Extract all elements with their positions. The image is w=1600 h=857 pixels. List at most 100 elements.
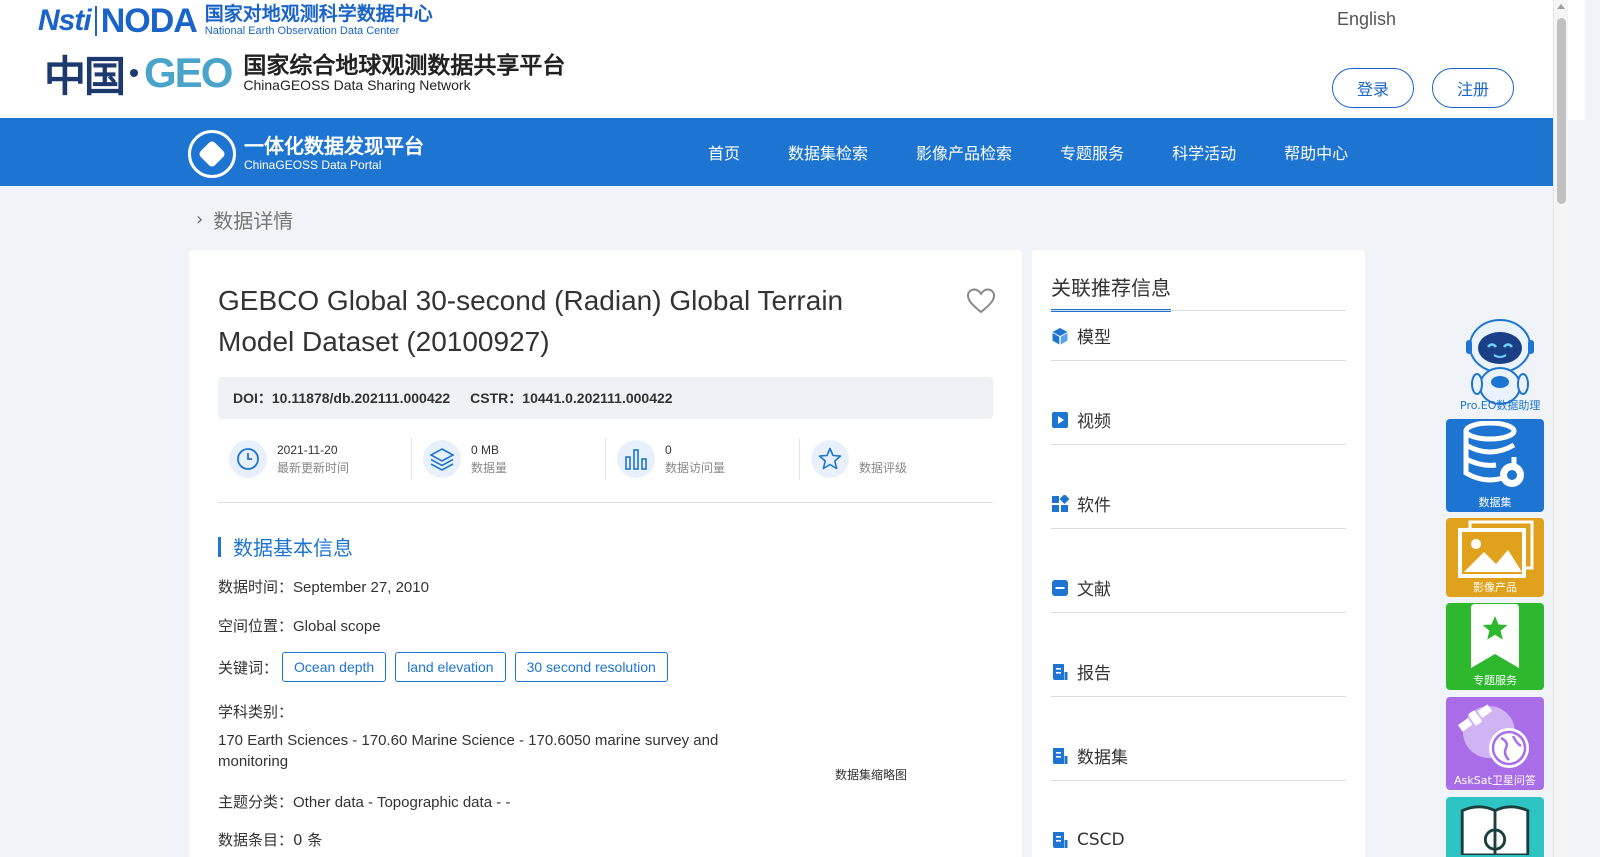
register-button[interactable]: 注册	[1432, 68, 1514, 108]
nav-item-dataset-search[interactable]: 数据集检索	[788, 140, 868, 164]
dock-tile-asksat-label: AskSat卫星问答	[1454, 774, 1536, 787]
noda-name-en: National Earth Observation Data Center	[204, 25, 400, 37]
layers-icon	[423, 440, 461, 478]
portal-gear-icon	[188, 130, 236, 178]
stat-visits-value: 0	[665, 443, 672, 457]
stat-rating: 数据评级	[800, 438, 993, 480]
related-item-video[interactable]: 视频	[1051, 395, 1346, 445]
book-icon	[1460, 805, 1530, 855]
dock-tile-thematic-service[interactable]: 专题服务	[1446, 603, 1544, 690]
report-icon	[1051, 747, 1069, 765]
stats-divider	[218, 502, 993, 503]
logo-separator	[94, 6, 97, 36]
related-item-dataset[interactable]: 数据集	[1051, 731, 1346, 781]
breadcrumb-current: 数据详情	[213, 209, 294, 233]
related-item-label: 模型	[1077, 328, 1111, 348]
main-navbar: 一体化数据发现平台 ChinaGEOSS Data Portal 首页 数据集检…	[0, 118, 1555, 186]
bar-chart-icon	[617, 440, 655, 478]
info-theme-label: 主题分类：	[218, 793, 294, 811]
related-item-cscd[interactable]: CSCD	[1051, 815, 1346, 857]
page-scrollbar[interactable]	[1553, 0, 1568, 857]
dock-tile-image-product-label: 影像产品	[1473, 581, 1517, 594]
image-gallery-icon	[1446, 518, 1544, 579]
thumbnail-caption: 数据集缩略图	[835, 768, 908, 782]
dock-tile-thematic-service-label: 专题服务	[1473, 674, 1517, 687]
video-play-icon	[1051, 411, 1069, 429]
info-count-value: 0 条	[293, 831, 323, 849]
geo-logo-text: GEO	[144, 49, 233, 96]
language-switch-link[interactable]: English	[1337, 9, 1396, 30]
nav-menu: 首页 数据集检索 影像产品检索 专题服务 科学活动 帮助中心	[708, 118, 1396, 186]
related-item-report[interactable]: 报告	[1051, 647, 1346, 697]
stat-rating-value	[859, 441, 907, 459]
favorite-heart-icon[interactable]	[967, 288, 995, 314]
dataset-detail-card: GEBCO Global 30-second (Radian) Global T…	[189, 250, 1022, 857]
info-data-time-label: 数据时间：	[218, 578, 294, 596]
stat-update-time-label: 最新更新时间	[277, 461, 350, 475]
dock-tile-next[interactable]	[1446, 797, 1544, 857]
nav-item-science-activities[interactable]: 科学活动	[1172, 140, 1236, 164]
bookmark-star-icon	[1446, 603, 1544, 672]
section-title-basic-info: 数据基本信息	[218, 532, 353, 561]
related-item-label: 报告	[1077, 664, 1111, 684]
info-subject-label: 学科类别：	[218, 703, 294, 721]
apps-grid-icon	[1051, 494, 1069, 513]
nav-item-home[interactable]: 首页	[708, 140, 740, 164]
dataset-stats: 2021-11-20 最新更新时间 0 MB 数据量 0 数据访问量 数据评级	[218, 435, 993, 505]
chinageoss-logo[interactable]: 中国 GEO 国家综合地球观测数据共享平台 ChinaGEOSS Data Sh…	[44, 46, 565, 101]
related-item-label: CSCD	[1077, 829, 1125, 850]
keyword-tag[interactable]: Ocean depth	[282, 652, 387, 682]
report-icon	[1051, 663, 1069, 681]
info-subject-value: 170 Earth Sciences - 170.60 Marine Scien…	[218, 732, 719, 770]
info-data-time-value: September 27, 2010	[293, 579, 429, 596]
chinageoss-logo-caption: 国家综合地球观测数据共享平台 ChinaGEOSS Data Sharing N…	[243, 53, 565, 93]
dock-tile-asksat[interactable]: AskSat卫星问答	[1446, 697, 1544, 790]
info-theme-value: Other data - Topographic data - -	[293, 794, 511, 811]
zhongguo-logo-text: 中国	[44, 51, 126, 101]
nsti-logo-text: Nsti	[38, 4, 92, 37]
related-panel-title: 关联推荐信息	[1051, 272, 1171, 312]
nav-item-help-center[interactable]: 帮助中心	[1284, 140, 1348, 164]
assistant-label[interactable]: Pro.EO数据助理	[1460, 397, 1540, 413]
dataset-title: GEBCO Global 30-second (Radian) Global T…	[218, 285, 844, 357]
stat-update-time-value: 2021-11-20	[277, 443, 338, 457]
login-button[interactable]: 登录	[1332, 68, 1414, 108]
portal-name-cn: 一体化数据发现平台	[244, 134, 424, 158]
noda-logo[interactable]: Nsti NODA 国家对地观测科学数据中心 National Earth Ob…	[38, 2, 433, 40]
info-space-label: 空间位置：	[218, 617, 294, 635]
related-item-model[interactable]: 模型	[1051, 311, 1346, 361]
portal-logo[interactable]: 一体化数据发现平台 ChinaGEOSS Data Portal	[188, 130, 424, 178]
info-data-time: 数据时间：September 27, 2010	[218, 576, 429, 597]
dock-tile-dataset[interactable]: 数据集	[1446, 419, 1544, 512]
info-count: 数据条目：0 条	[218, 829, 322, 850]
chinageoss-name-en: ChinaGEOSS Data Sharing Network	[243, 77, 471, 93]
portal-logo-caption: 一体化数据发现平台 ChinaGEOSS Data Portal	[244, 135, 424, 173]
nav-item-image-search[interactable]: 影像产品检索	[916, 140, 1012, 164]
stat-data-volume-value: 0 MB	[471, 443, 500, 457]
related-recommendations-panel: 关联推荐信息 模型 视频 软件 文献 报告 数据集 CSCD	[1032, 250, 1365, 857]
stat-visits-label: 数据访问量	[665, 461, 726, 475]
doi-value[interactable]: 10.11878/db.202111.000422	[272, 390, 450, 406]
nav-item-thematic-service[interactable]: 专题服务	[1060, 140, 1124, 164]
database-gear-icon	[1446, 419, 1544, 494]
related-item-literature[interactable]: 文献	[1051, 563, 1346, 613]
info-space: 空间位置：Global scope	[218, 615, 381, 636]
logo-dot	[130, 69, 139, 77]
scrollbar-thumb[interactable]	[1557, 18, 1566, 204]
related-item-software[interactable]: 软件	[1051, 479, 1346, 529]
clock-icon	[229, 440, 267, 478]
related-item-label: 文献	[1077, 580, 1111, 600]
keywords-row: 关键词： Ocean depth land elevation 30 secon…	[218, 652, 677, 682]
scroll-up-arrow-icon[interactable]	[1557, 4, 1565, 9]
keyword-tag[interactable]: 30 second resolution	[514, 652, 668, 682]
stat-visits: 0 数据访问量	[606, 438, 800, 480]
dock-tile-image-product[interactable]: 影像产品	[1446, 518, 1544, 597]
portal-name-en: ChinaGEOSS Data Portal	[244, 158, 382, 172]
chevron-right-icon: ›	[196, 209, 204, 230]
doi-cstr-box: DOI： 10.11878/db.202111.000422 CSTR： 104…	[218, 377, 993, 419]
keyword-tag[interactable]: land elevation	[395, 652, 506, 682]
related-item-label: 软件	[1077, 496, 1111, 516]
cstr-value[interactable]: 10441.0.202111.000422	[522, 390, 672, 406]
cstr-label: CSTR：	[470, 390, 523, 406]
keywords-label: 关键词：	[218, 658, 279, 677]
